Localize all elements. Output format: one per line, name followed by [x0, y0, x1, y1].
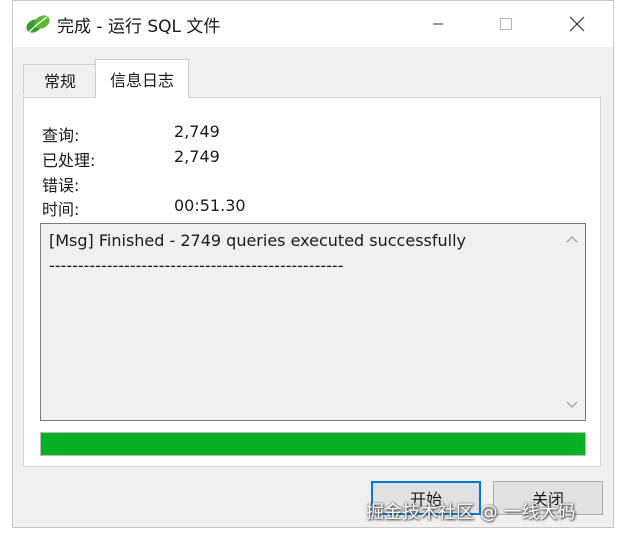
progress-bar [40, 432, 586, 456]
queries-label: 查询: [42, 126, 80, 145]
scroll-down-button[interactable] [565, 398, 579, 412]
dialog-window: 完成 - 运行 SQL 文件 常规 信息日志 查询: 2,749 已处理: 2,… [12, 0, 614, 528]
watermark-text: 掘金技术社区 @ 一线大码 [366, 502, 576, 523]
maximize-button[interactable] [483, 1, 529, 47]
window-title: 完成 - 运行 SQL 文件 [57, 17, 221, 37]
tab-message-log-label: 信息日志 [109, 71, 174, 90]
log-line: ----------------------------------------… [49, 256, 344, 275]
errors-label: 错误: [42, 176, 80, 195]
minimize-icon [433, 23, 443, 25]
scroll-up-button[interactable] [565, 232, 579, 246]
processed-label: 已处理: [42, 151, 96, 170]
time-value: 00:51.30 [174, 196, 246, 215]
tab-message-log[interactable]: 信息日志 [95, 59, 189, 98]
tab-general[interactable]: 常规 [23, 64, 97, 94]
close-icon [569, 16, 585, 32]
maximize-icon [500, 18, 512, 30]
close-window-button[interactable] [554, 1, 600, 47]
tab-strip: 常规 信息日志 [13, 47, 613, 99]
title-bar[interactable]: 完成 - 运行 SQL 文件 [13, 1, 613, 47]
chevron-down-icon [566, 401, 578, 408]
time-label: 时间: [42, 200, 80, 219]
progress-fill [41, 433, 585, 455]
chevron-up-icon [566, 236, 578, 243]
log-line: [Msg] Finished - 2749 queries executed s… [49, 231, 466, 250]
processed-value: 2,749 [174, 147, 220, 166]
tab-general-label: 常规 [43, 71, 76, 91]
log-textarea[interactable]: [Msg] Finished - 2749 queries executed s… [40, 223, 586, 421]
message-log-panel: 查询: 2,749 已处理: 2,749 错误: 时间: 00:51.30 [M… [23, 97, 601, 467]
navicat-leaf-icon [26, 15, 50, 33]
queries-value: 2,749 [174, 122, 220, 141]
minimize-button[interactable] [415, 1, 461, 47]
